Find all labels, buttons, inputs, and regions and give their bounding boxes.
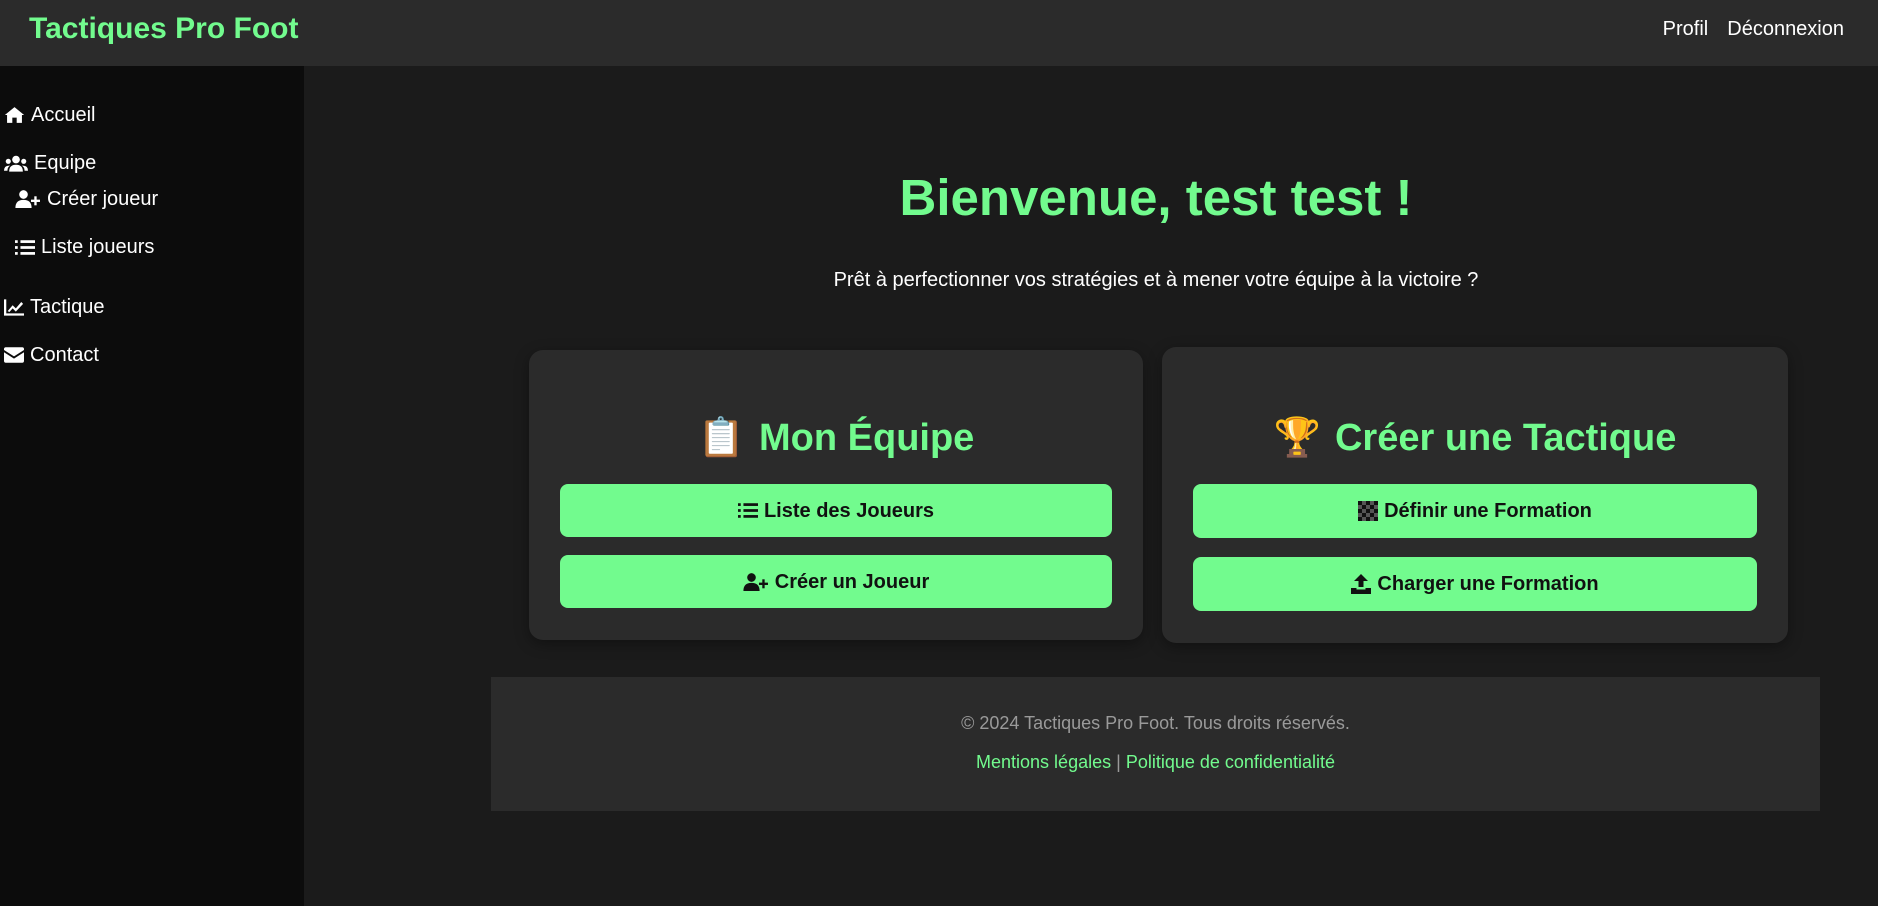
logout-link[interactable]: Déconnexion <box>1727 17 1844 41</box>
welcome-subtitle-wrap: Prêt à perfectionner vos stratégies et à… <box>404 268 1878 292</box>
sidebar-item-label: Contact <box>30 344 99 366</box>
footer-copyright: © 2024 Tactiques Pro Foot. Tous droits r… <box>961 713 1350 733</box>
sidebar-item-creer-joueur[interactable]: Créer joueur <box>15 187 158 211</box>
list-icon <box>15 239 35 255</box>
card-title: 🏆 Créer une Tactique <box>1162 416 1788 460</box>
users-icon <box>4 155 28 172</box>
footer: © 2024 Tactiques Pro Foot. Tous droits r… <box>491 677 1820 811</box>
user-plus-icon <box>743 572 768 591</box>
sidebar: Accueil Equipe Créer joueur Liste joueur… <box>0 66 304 906</box>
checkered-icon <box>1358 501 1379 521</box>
button-label: Liste des Joueurs <box>763 499 935 522</box>
user-plus-icon <box>15 190 40 208</box>
button-label: Charger une Formation <box>1377 573 1599 595</box>
sidebar-item-accueil[interactable]: Accueil <box>4 103 95 127</box>
charger-une-formation-button[interactable]: Charger une Formation <box>1193 557 1757 611</box>
sidebar-item-liste-joueurs[interactable]: Liste joueurs <box>15 235 154 259</box>
sidebar-item-label: Créer joueur <box>47 188 159 210</box>
sidebar-item-contact[interactable]: Contact <box>4 343 99 367</box>
welcome-section: Bienvenue, test test ! <box>404 168 1878 228</box>
liste-des-joueurs-button[interactable]: Liste des Joueurs <box>560 484 1112 537</box>
card-title-text: Mon Équipe <box>759 417 975 459</box>
sidebar-item-equipe[interactable]: Equipe <box>4 151 96 175</box>
top-navbar: Tactiques Pro Foot Profil Déconnexion <box>0 0 1878 66</box>
list-icon <box>737 503 758 518</box>
card-title: 📋 Mon Équipe <box>529 416 1143 460</box>
upload-icon <box>1351 574 1372 594</box>
clipboard-icon: 📋 <box>697 417 745 459</box>
card-mon-equipe: 📋 Mon Équipe Liste des Joueurs Créer un … <box>529 350 1143 640</box>
profile-link[interactable]: Profil <box>1663 17 1709 41</box>
creer-un-joueur-button[interactable]: Créer un Joueur <box>560 555 1112 608</box>
top-nav-links: Profil Déconnexion <box>1663 17 1844 41</box>
welcome-subtitle: Prêt à perfectionner vos stratégies et à… <box>833 269 1479 291</box>
sidebar-item-label: Accueil <box>31 104 96 126</box>
sidebar-item-tactique[interactable]: Tactique <box>4 295 105 319</box>
definir-une-formation-button[interactable]: Définir une Formation <box>1193 484 1757 538</box>
home-icon <box>4 107 25 123</box>
button-label: Créer un Joueur <box>774 570 930 593</box>
sidebar-item-label: Liste joueurs <box>41 236 155 258</box>
trophy-icon: 🏆 <box>1273 417 1321 459</box>
app-title[interactable]: Tactiques Pro Foot <box>29 12 298 46</box>
envelope-icon <box>4 347 24 363</box>
button-label: Définir une Formation <box>1384 500 1592 522</box>
sidebar-item-label: Equipe <box>34 152 97 174</box>
mentions-legales-link[interactable]: Mentions légales <box>976 752 1111 772</box>
card-creer-tactique: 🏆 Créer une Tactique Définir une Formati… <box>1162 347 1788 643</box>
sidebar-item-label: Tactique <box>30 296 105 318</box>
footer-links: Mentions légales | Politique de confiden… <box>491 751 1820 773</box>
card-title-text: Créer une Tactique <box>1334 417 1677 459</box>
page-title: Bienvenue, test test ! <box>899 169 1413 226</box>
footer-separator: | <box>1116 752 1121 772</box>
privacy-policy-link[interactable]: Politique de confidentialité <box>1126 752 1335 772</box>
chart-line-icon <box>4 298 24 316</box>
